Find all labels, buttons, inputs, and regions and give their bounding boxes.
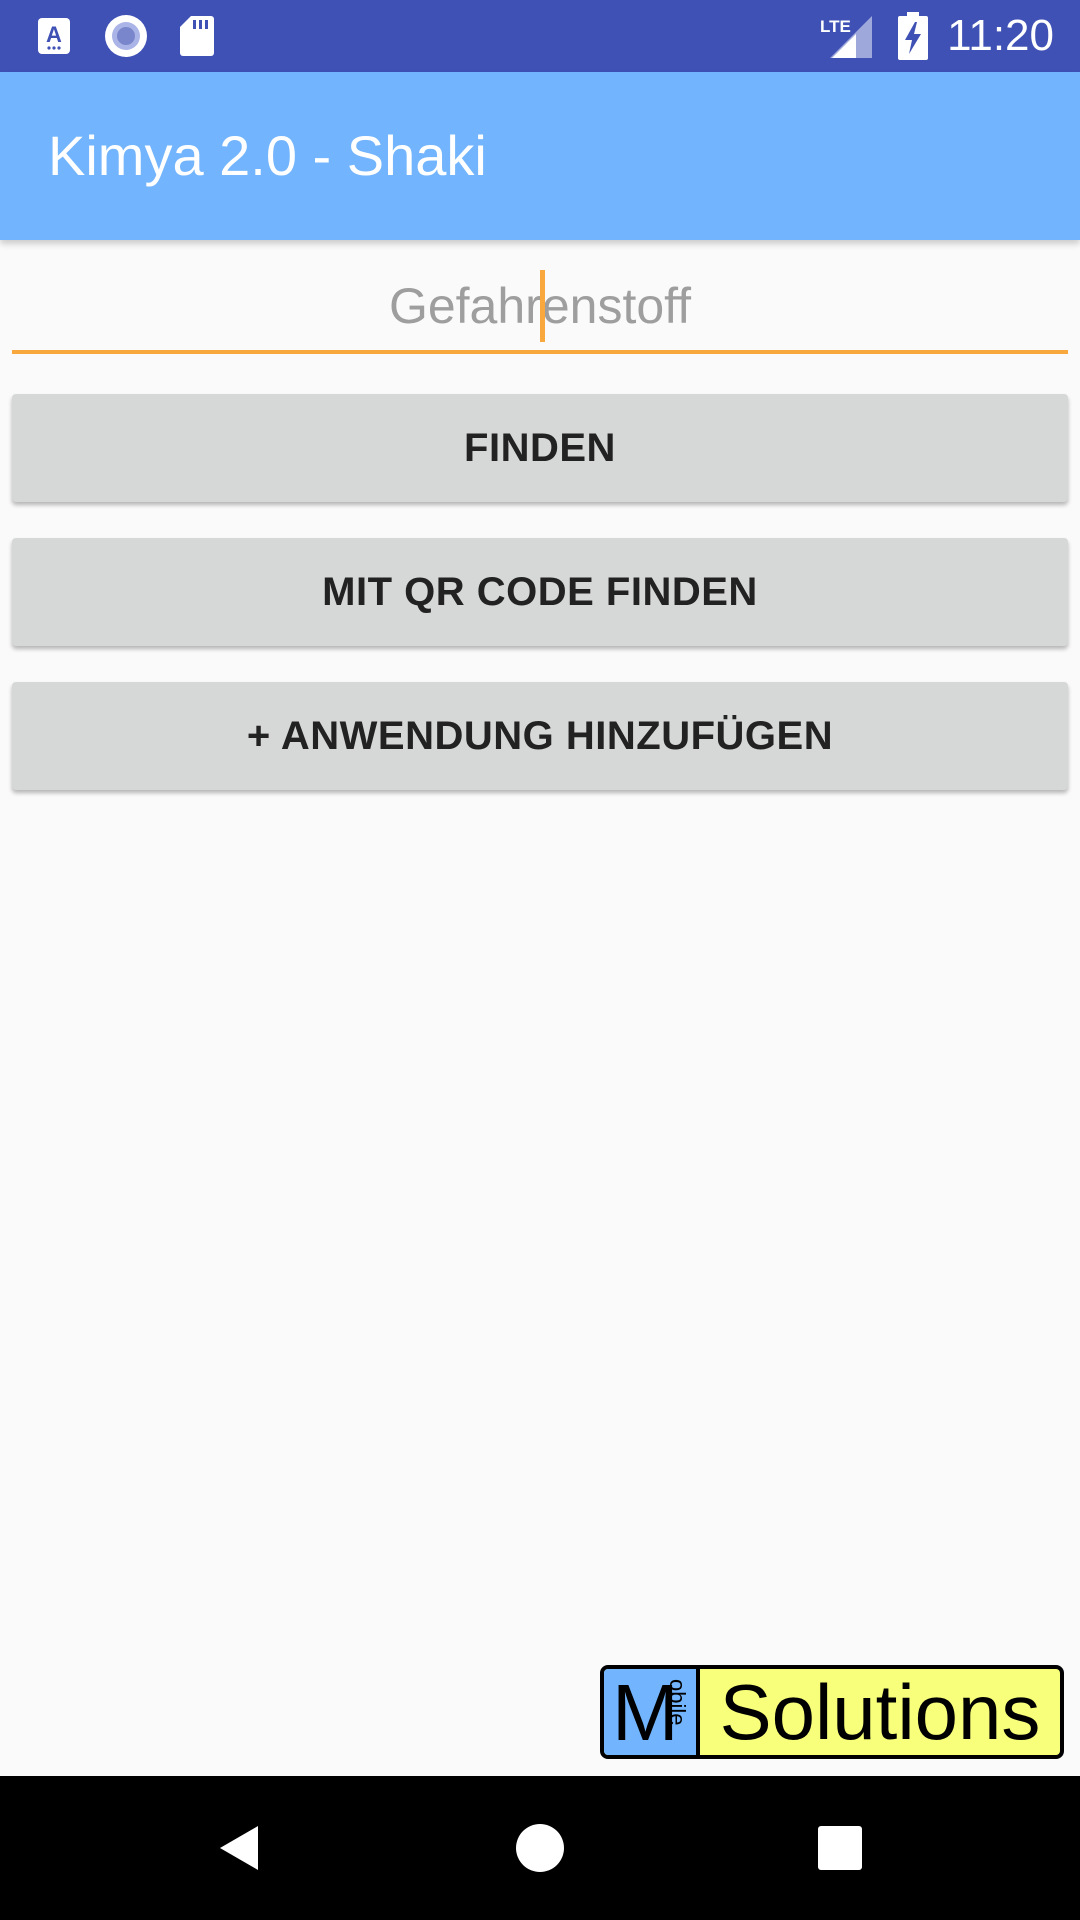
a-notification-icon: A: [34, 12, 74, 60]
find-button[interactable]: FINDEN: [12, 394, 1068, 502]
recents-icon[interactable]: [804, 1812, 876, 1884]
lte-label: LTE: [820, 17, 851, 36]
screen: A LTE 11:20 Kimya 2.0 - Shaki Gefahrenst…: [0, 0, 1080, 1920]
circle-notification-icon: [104, 12, 148, 60]
mobile-solutions-logo: M obile Solutions: [600, 1665, 1064, 1759]
navigation-bar: [0, 1776, 1080, 1920]
battery-charging-icon: [896, 12, 930, 60]
home-icon[interactable]: [504, 1812, 576, 1884]
status-time: 11:20: [947, 11, 1054, 60]
add-application-button[interactable]: + ANWENDUNG HINZUFÜGEN: [12, 682, 1068, 790]
logo-m-block: M obile: [604, 1669, 700, 1755]
logo-obile-text: obile: [665, 1679, 690, 1726]
search-field[interactable]: [12, 262, 1068, 354]
app-title: Kimya 2.0 - Shaki: [48, 124, 487, 187]
find-with-qr-code-button[interactable]: MIT QR CODE FINDEN: [12, 538, 1068, 646]
back-icon[interactable]: [204, 1812, 276, 1884]
sd-card-icon: [178, 12, 216, 60]
text-cursor: [540, 270, 545, 342]
svg-text:A: A: [46, 22, 62, 47]
logo-solutions-text: Solutions: [719, 1668, 1041, 1756]
app-bar: Kimya 2.0 - Shaki: [0, 72, 1080, 240]
lte-signal-icon: LTE: [818, 12, 874, 60]
status-bar: A LTE 11:20: [0, 0, 1080, 72]
